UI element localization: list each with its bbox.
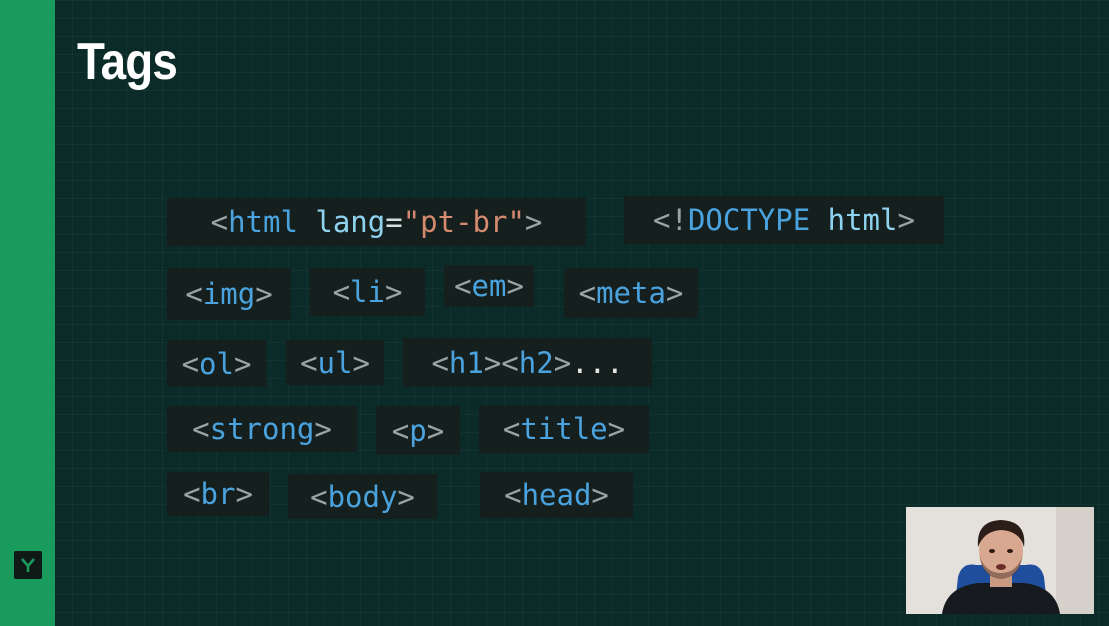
slide-title: Tags [77,33,178,91]
tag-li: < li > [310,268,425,316]
tag-html-lang: < html lang = "pt-br" > [167,198,586,246]
tag-em: < em > [444,265,534,307]
webcam-overlay [906,507,1094,614]
tag-title: < title > [479,405,649,453]
tag-headings: < h1 >< h2 >... [403,338,652,387]
brand-sidebar [0,0,55,626]
tag-doctype: <! DOCTYPE html > [624,196,944,244]
tag-ol: < ol > [167,340,266,387]
tag-meta: < meta > [564,268,698,318]
tag-ul: < ul > [286,340,384,385]
presenter-video [906,507,1094,614]
tag-strong: < strong > [167,406,357,452]
tag-head: < head > [480,472,633,518]
tag-img: < img > [167,268,291,320]
logo-y-icon [14,551,42,579]
tag-body: < body > [288,474,437,519]
tag-p: < p > [376,406,460,455]
tag-br: < br > [167,472,269,516]
